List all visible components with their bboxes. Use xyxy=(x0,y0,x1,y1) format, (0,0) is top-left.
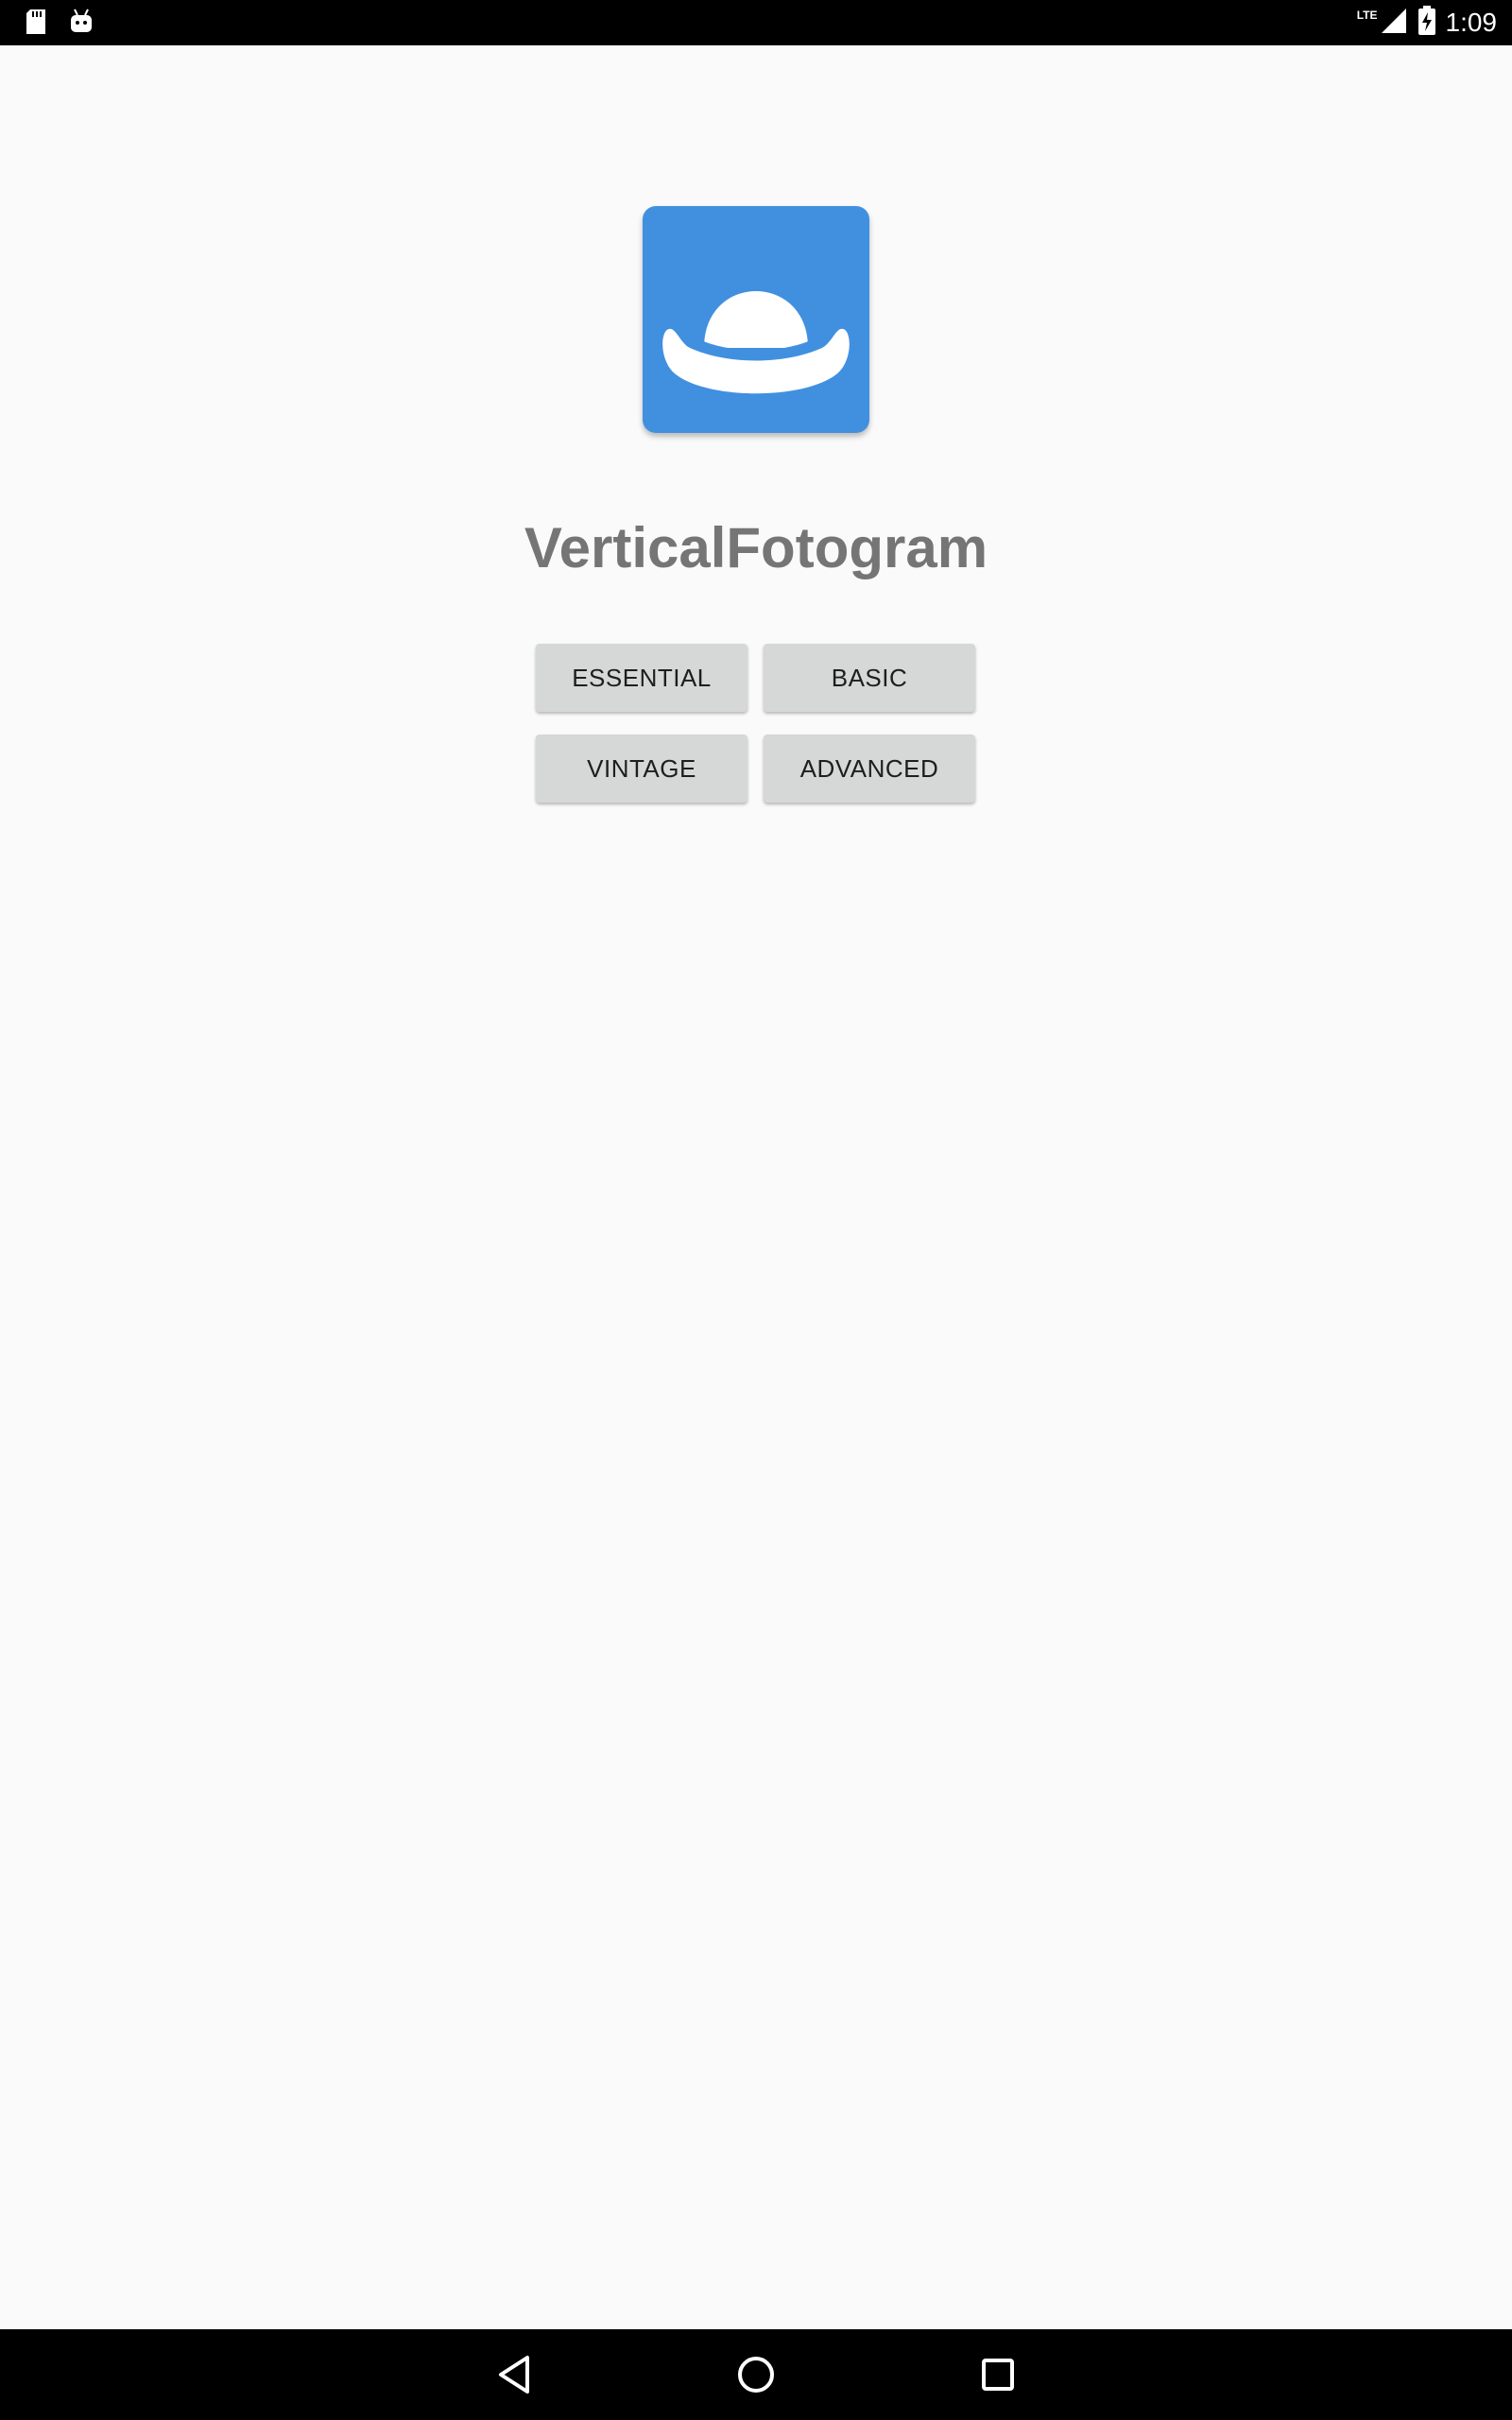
android-icon xyxy=(68,8,94,41)
vintage-button[interactable]: VINTAGE xyxy=(536,735,747,803)
navigation-bar xyxy=(0,2329,1512,2420)
home-icon[interactable] xyxy=(731,2350,781,2399)
app-title: VerticalFotogram xyxy=(524,516,988,579)
network-type-label: LTE xyxy=(1356,9,1378,22)
sd-card-icon xyxy=(25,8,47,41)
signal-icon xyxy=(1380,7,1408,40)
essential-button[interactable]: ESSENTIAL xyxy=(536,644,747,712)
status-time: 1:09 xyxy=(1445,8,1498,37)
bowler-hat-icon xyxy=(643,206,869,433)
battery-charging-icon xyxy=(1418,5,1436,41)
basic-button[interactable]: BASIC xyxy=(764,644,975,712)
back-icon[interactable] xyxy=(491,2350,541,2399)
recents-icon[interactable] xyxy=(973,2350,1022,2399)
status-bar: LTE 1:09 xyxy=(0,0,1512,45)
advanced-button[interactable]: ADVANCED xyxy=(764,735,975,803)
